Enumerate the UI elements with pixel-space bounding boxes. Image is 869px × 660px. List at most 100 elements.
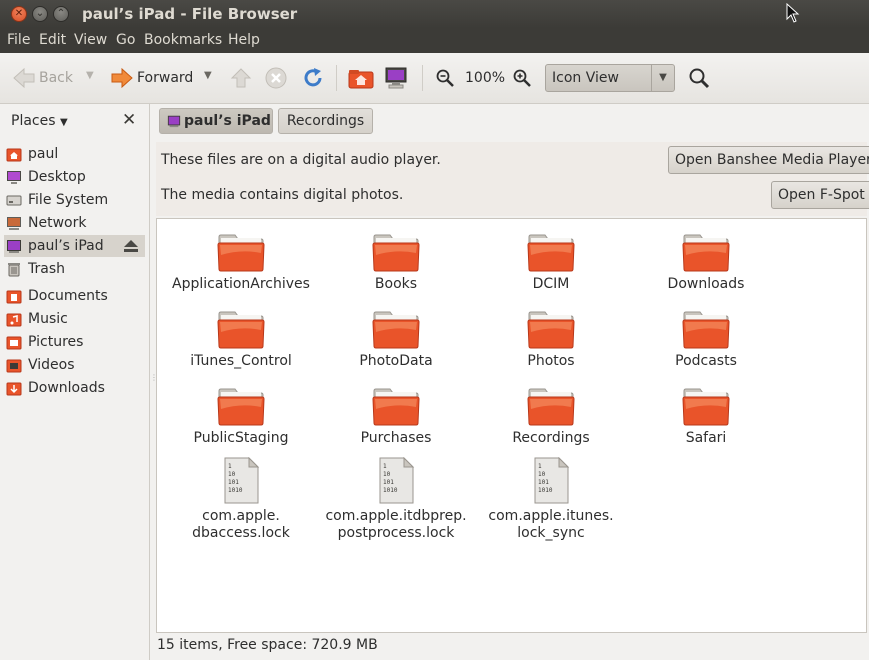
eject-icon[interactable] — [123, 239, 139, 253]
folder-icon — [682, 311, 730, 349]
open-fspot-button[interactable]: Open F-Spot — [771, 181, 869, 209]
file-icon-view[interactable]: ApplicationArchives Books DCIM Downloads… — [156, 218, 867, 633]
sidebar-item-label: Documents — [28, 288, 108, 304]
folder-icon — [682, 388, 730, 426]
sidebar-item-pictures[interactable]: Pictures — [4, 331, 145, 353]
file-name-label: Photos — [527, 353, 575, 369]
sidebar-item-videos[interactable]: Videos — [4, 354, 145, 376]
forward-button[interactable]: Forward — [110, 65, 193, 91]
svg-text:1010: 1010 — [538, 487, 553, 494]
places-dropdown[interactable]: Places ▼ — [11, 113, 68, 129]
file-item[interactable]: 1 10 101 1010 com.apple.itunes. lock_sync — [476, 457, 626, 542]
view-mode-select[interactable]: Icon View ▼ — [545, 64, 675, 92]
close-sidebar-icon[interactable]: ✕ — [122, 110, 136, 130]
computer-button[interactable] — [384, 65, 408, 91]
computer-icon — [385, 67, 407, 89]
folder-icon — [217, 311, 265, 349]
folder-item[interactable]: DCIM — [476, 233, 626, 293]
file-name-label: PublicStaging — [193, 430, 289, 446]
zoom-level[interactable]: 100% — [465, 65, 505, 91]
back-button[interactable]: Back — [12, 65, 73, 91]
search-button[interactable] — [688, 65, 710, 91]
reload-button[interactable] — [302, 65, 324, 91]
folder-item[interactable]: Photos — [476, 310, 626, 370]
folder-icon — [217, 234, 265, 272]
menu-go[interactable]: Go — [116, 32, 135, 48]
location-label: paul’s iPad — [184, 113, 271, 129]
menu-help[interactable]: Help — [228, 32, 260, 48]
binary-file-icon: 1 10 101 1010 — [379, 457, 415, 504]
sidebar-item-label: paul’s iPad — [28, 238, 104, 254]
ipad-icon — [7, 240, 21, 253]
folder-icon — [217, 388, 265, 426]
zoom-out-button[interactable] — [435, 65, 455, 91]
menu-bookmarks[interactable]: Bookmarks — [144, 32, 222, 48]
file-name-label: com.apple. dbaccess.lock — [192, 508, 290, 541]
maximize-window-button[interactable]: ⌃ — [53, 6, 69, 22]
sidebar-item-documents[interactable]: Documents — [4, 285, 145, 307]
back-history-dropdown[interactable]: ▼ — [86, 70, 94, 81]
folder-item[interactable]: Safari — [631, 387, 781, 447]
sidebar-item-desktop[interactable]: Desktop — [4, 166, 145, 188]
sidebar-item-pauls-ipad[interactable]: paul’s iPad — [4, 235, 145, 257]
file-item[interactable]: 1 10 101 1010 com.apple. dbaccess.lock — [166, 457, 316, 542]
file-name-label: Purchases — [360, 430, 432, 446]
location-button-pauls-ipad[interactable]: paul’s iPad — [159, 108, 273, 134]
file-name-label: Safari — [685, 430, 727, 446]
folder-item[interactable]: iTunes_Control — [166, 310, 316, 370]
sidebar-item-downloads[interactable]: Downloads — [4, 377, 145, 399]
menu-bar: File Edit View Go Bookmarks Help — [0, 28, 869, 53]
forward-label: Forward — [137, 70, 194, 86]
location-button-recordings[interactable]: Recordings — [278, 108, 373, 134]
places-sidebar: Places ▼ ✕ paul Desktop File System Netw… — [0, 104, 150, 660]
file-name-label: DCIM — [532, 276, 570, 292]
file-name-label: Podcasts — [675, 353, 737, 369]
sidebar-item-paul[interactable]: paul — [4, 143, 145, 165]
file-name-label: iTunes_Control — [190, 353, 292, 369]
sidebar-item-trash[interactable]: Trash — [4, 258, 145, 280]
stop-icon — [265, 67, 287, 89]
minimize-window-button[interactable]: ⌄ — [32, 6, 48, 22]
stop-button[interactable] — [265, 65, 287, 91]
downloads-folder-icon — [6, 382, 22, 396]
menu-edit[interactable]: Edit — [39, 32, 66, 48]
svg-text:101: 101 — [383, 479, 394, 486]
info-bar: These files are on a digital audio playe… — [156, 142, 869, 216]
folder-item[interactable]: PublicStaging — [166, 387, 316, 447]
mouse-pointer-icon — [786, 3, 800, 23]
forward-arrow-icon — [111, 67, 133, 89]
home-button[interactable] — [348, 65, 374, 91]
menu-view[interactable]: View — [74, 32, 107, 48]
menu-file[interactable]: File — [7, 32, 30, 48]
folder-icon — [527, 388, 575, 426]
home-folder-icon — [6, 148, 22, 162]
back-arrow-icon — [13, 67, 35, 89]
desktop-icon — [7, 171, 21, 184]
folder-item[interactable]: Recordings — [476, 387, 626, 447]
folder-item[interactable]: Downloads — [631, 233, 781, 293]
ipad-icon — [167, 115, 181, 128]
file-name-label: Books — [374, 276, 418, 292]
folder-item[interactable]: Podcasts — [631, 310, 781, 370]
svg-text:1: 1 — [383, 463, 387, 470]
title-bar[interactable]: ✕ ⌄ ⌃ paul’s iPad - File Browser — [0, 0, 869, 28]
folder-icon — [682, 234, 730, 272]
toolbar-separator — [336, 65, 337, 91]
music-folder-icon — [6, 313, 22, 327]
up-button[interactable] — [230, 65, 252, 91]
file-item[interactable]: 1 10 101 1010 com.apple.itdbprep. postpro… — [321, 457, 471, 542]
folder-item[interactable]: ApplicationArchives — [166, 233, 316, 293]
zoom-in-button[interactable] — [512, 65, 532, 91]
drive-icon — [6, 195, 22, 206]
folder-item[interactable]: PhotoData — [321, 310, 471, 370]
sidebar-item-file-system[interactable]: File System — [4, 189, 145, 211]
folder-item[interactable]: Purchases — [321, 387, 471, 447]
sidebar-item-label: Downloads — [28, 380, 105, 396]
folder-item[interactable]: Books — [321, 233, 471, 293]
open-banshee-button[interactable]: Open Banshee Media Player — [668, 146, 869, 174]
forward-history-dropdown[interactable]: ▼ — [204, 70, 212, 81]
close-window-button[interactable]: ✕ — [11, 6, 27, 22]
file-name-label: com.apple.itdbprep. postprocess.lock — [325, 508, 467, 541]
sidebar-item-music[interactable]: Music — [4, 308, 145, 330]
sidebar-item-network[interactable]: Network — [4, 212, 145, 234]
